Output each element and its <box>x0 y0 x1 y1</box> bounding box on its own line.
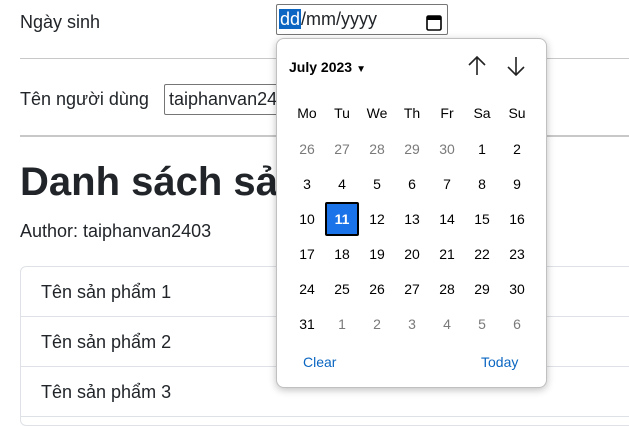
today-button[interactable]: Today <box>481 354 518 370</box>
calendar-day[interactable]: 22 <box>465 237 499 271</box>
calendar-day[interactable]: 12 <box>360 202 394 236</box>
calendar-day[interactable]: 29 <box>395 132 429 166</box>
calendar-day[interactable]: 4 <box>325 167 359 201</box>
calendar-day[interactable]: 30 <box>500 272 534 306</box>
date-picker-popup: July 2023 ▼ Mo Tu We Th Fr Sa Su 26 27 28 29 30 1 2 3 4 5… <box>276 38 547 388</box>
calendar-day[interactable]: 27 <box>325 132 359 166</box>
calendar-day[interactable]: 26 <box>290 132 324 166</box>
calendar-day[interactable]: 6 <box>395 167 429 201</box>
username-label: Tên người dùng <box>20 89 149 109</box>
calendar-day[interactable]: 1 <box>325 307 359 341</box>
calendar-day[interactable]: 23 <box>500 237 534 271</box>
weekday-header: Su <box>508 105 526 121</box>
username-input[interactable]: taiphanvan2403 <box>164 84 294 115</box>
calendar-icon[interactable] <box>426 11 442 31</box>
arrow-down-icon <box>507 57 525 77</box>
calendar-day[interactable]: 30 <box>430 132 464 166</box>
author-text: Author: taiphanvan2403 <box>20 221 212 241</box>
clear-button[interactable]: Clear <box>303 354 336 370</box>
calendar-day[interactable]: 3 <box>395 307 429 341</box>
calendar-day[interactable]: 19 <box>360 237 394 271</box>
next-month-button[interactable] <box>503 53 529 79</box>
calendar-day[interactable]: 2 <box>360 307 394 341</box>
calendar-day[interactable]: 7 <box>430 167 464 201</box>
calendar-day[interactable]: 16 <box>500 202 534 236</box>
calendar-day[interactable]: 15 <box>465 202 499 236</box>
weekday-header: Sa <box>473 105 491 121</box>
calendar-day[interactable]: 21 <box>430 237 464 271</box>
month-year-label: July 2023 <box>289 59 353 75</box>
calendar-day[interactable]: 25 <box>325 272 359 306</box>
calendar-day[interactable]: 17 <box>290 237 324 271</box>
calendar-day[interactable]: 14 <box>430 202 464 236</box>
caret-down-icon: ▼ <box>356 64 366 75</box>
calendar-day[interactable]: 31 <box>290 307 324 341</box>
calendar-day[interactable]: 18 <box>325 237 359 271</box>
calendar-day[interactable]: 20 <box>395 237 429 271</box>
dob-label: Ngày sinh <box>20 12 101 32</box>
weekday-header: Th <box>403 105 421 121</box>
calendar-day[interactable]: 5 <box>360 167 394 201</box>
calendar-day[interactable]: 10 <box>290 202 324 236</box>
dob-date-input[interactable]: dd/mm/yyyy <box>276 4 448 35</box>
calendar-day[interactable]: 28 <box>360 132 394 166</box>
weekday-header: We <box>366 105 388 121</box>
calendar-day[interactable]: 28 <box>430 272 464 306</box>
previous-month-button[interactable] <box>464 53 490 79</box>
arrow-up-icon <box>468 55 486 75</box>
calendar-day[interactable]: 27 <box>395 272 429 306</box>
dob-day-segment[interactable]: dd <box>279 9 302 29</box>
weekday-header: Tu <box>334 105 350 121</box>
month-year-select[interactable]: July 2023 ▼ <box>289 59 366 75</box>
calendar-day[interactable]: 1 <box>465 132 499 166</box>
calendar-day[interactable]: 29 <box>465 272 499 306</box>
calendar-day[interactable]: 6 <box>500 307 534 341</box>
calendar-day[interactable]: 3 <box>290 167 324 201</box>
calendar-day[interactable]: 8 <box>465 167 499 201</box>
calendar-day-selected[interactable]: 11 <box>325 202 359 236</box>
dob-placeholder-rest: /mm/yyyy <box>301 9 378 29</box>
weekday-header: Fr <box>440 105 454 121</box>
calendar-day[interactable]: 24 <box>290 272 324 306</box>
calendar-day[interactable]: 26 <box>360 272 394 306</box>
weekday-header: Mo <box>297 105 317 121</box>
calendar-day[interactable]: 13 <box>395 202 429 236</box>
calendar-day[interactable]: 4 <box>430 307 464 341</box>
calendar-day[interactable]: 2 <box>500 132 534 166</box>
calendar-day[interactable]: 9 <box>500 167 534 201</box>
calendar-day[interactable]: 5 <box>465 307 499 341</box>
